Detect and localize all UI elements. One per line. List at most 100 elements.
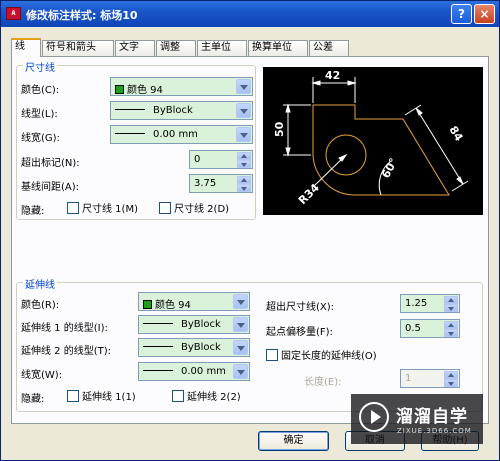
preview-part-outline [312, 104, 450, 196]
watermark-subtitle: ZIXUE.3D66.COM [397, 427, 472, 435]
autocad-app-icon: A [6, 7, 21, 20]
tab-fit[interactable]: 调整 [156, 40, 196, 56]
arrowhead-icon [415, 107, 423, 116]
help-title-button[interactable]: ? [451, 4, 472, 24]
dialog-window: A 修改标注样式: 标场10 ? × 线 符号和箭头 文字 调整 主单位 换算单… [0, 0, 500, 461]
suppress-dim-line-2-checkbox[interactable]: 尺寸线 2(D) [159, 200, 229, 215]
dim-linetype-combo[interactable]: ByBlock [110, 101, 253, 120]
spin-down-icon[interactable] [444, 329, 458, 337]
suppress-dim-line-1-checkbox[interactable]: 尺寸线 1(M) [67, 200, 138, 215]
dim-text-r34: R34 [296, 181, 322, 207]
arrowhead-icon [347, 80, 357, 86]
checkbox-icon [172, 390, 184, 402]
watermark-overlay: 溜溜自学 ZIXUE.3D66.COM [351, 394, 483, 444]
dim-color-combo[interactable]: 颜色 94 [110, 77, 253, 96]
preview-labels: 42 50 84 60° R34 [273, 69, 466, 207]
suppress-ext-line-1-checkbox[interactable]: 延伸线 1(1) [67, 388, 136, 403]
chevron-down-icon[interactable] [233, 364, 248, 379]
ext-length-value: 1 [405, 373, 412, 384]
preview-geometry [312, 104, 450, 196]
ext-color-combo[interactable]: 颜色 94 [138, 292, 250, 311]
ext-beyond-spinner[interactable]: 1.25 [400, 294, 460, 313]
ok-button[interactable]: 确定 [258, 431, 329, 451]
ext-beyond-value: 1.25 [405, 298, 428, 309]
line-sample-icon [115, 109, 145, 110]
line-sample-icon [143, 346, 173, 347]
tab-primary-units[interactable]: 主单位 [197, 40, 247, 56]
spin-up-icon[interactable] [237, 152, 251, 160]
spin-up-icon[interactable] [444, 296, 458, 304]
ext-color-value: 颜色 94 [155, 300, 191, 311]
dim-linetype-label: 线型(L): [21, 109, 58, 120]
spin-up-icon [444, 371, 458, 379]
tab-lines[interactable]: 线 [11, 38, 41, 57]
watermark-title: 溜溜自学 [396, 407, 468, 427]
chevron-down-icon[interactable] [236, 103, 251, 118]
arrowhead-icon [456, 176, 464, 185]
dim-baseline-label: 基线间距(A): [21, 182, 80, 193]
suppress-ext-line-2-checkbox[interactable]: 延伸线 2(2) [172, 388, 241, 403]
dim-text-50: 50 [273, 121, 286, 137]
window-title: 修改标注样式: 标场10 [26, 9, 138, 22]
fixed-length-ext-checkbox[interactable]: 固定长度的延伸线(O) [266, 347, 377, 362]
spin-up-icon[interactable] [237, 176, 251, 184]
dim-text-60: 60° [379, 156, 400, 180]
title-bar[interactable]: A 修改标注样式: 标场10 ? × [1, 1, 499, 27]
spin-down-icon[interactable] [237, 184, 251, 192]
arrowhead-icon [311, 80, 321, 86]
ext-color-label: 颜色(R): [21, 300, 60, 311]
suppress-dim-line-1-label: 尺寸线 1(M) [82, 204, 138, 215]
dim-lineweight-label: 线宽(G): [21, 133, 60, 144]
dim-extend-label: 超出标记(N): [21, 158, 80, 169]
ext-linetype2-combo[interactable]: ByBlock [138, 338, 250, 357]
ext-beyond-label: 超出尺寸线(X): [266, 302, 335, 313]
checkbox-icon [67, 202, 79, 214]
chevron-down-icon[interactable] [233, 340, 248, 355]
group-dimension-lines: 尺寸线 颜色(C): 颜色 94 线型(L): ByBlock 线宽(G): 0… [16, 59, 256, 220]
dim-extend-value: 0 [194, 154, 201, 165]
chevron-down-icon[interactable] [236, 79, 251, 94]
dim-text-42: 42 [325, 69, 340, 82]
close-button[interactable]: × [474, 4, 495, 24]
ext-suppress-label: 隐藏: [21, 394, 45, 405]
ext-linetype1-combo[interactable]: ByBlock [138, 315, 250, 334]
suppress-dim-line-2-label: 尺寸线 2(D) [174, 204, 230, 215]
ext-offset-spinner[interactable]: 0.5 [400, 319, 460, 338]
ext-linetype1-value: ByBlock [181, 319, 221, 330]
dim-baseline-spinner[interactable]: 3.75 [189, 174, 253, 193]
spin-up-icon[interactable] [444, 321, 458, 329]
dim-suppress-label: 隐藏: [21, 206, 45, 217]
suppress-ext-line-1-label: 延伸线 1(1) [82, 392, 136, 403]
line-sample-icon [143, 370, 173, 371]
checkbox-icon [159, 202, 171, 214]
ext-lineweight-combo[interactable]: 0.00 mm [138, 362, 250, 381]
ext-length-spinner: 1 [400, 369, 460, 388]
tab-panel-lines: 尺寸线 颜色(C): 颜色 94 线型(L): ByBlock 线宽(G): 0… [11, 56, 489, 424]
preview-dimensions [283, 77, 469, 196]
tab-symbols-arrows[interactable]: 符号和箭头 [42, 40, 114, 56]
spin-down-icon[interactable] [444, 304, 458, 312]
chevron-down-icon[interactable] [233, 317, 248, 332]
group-label-extension-lines: 延伸线 [23, 276, 57, 291]
tab-tolerances[interactable]: 公差 [309, 40, 349, 56]
chevron-down-icon[interactable] [236, 127, 251, 142]
ext-length-label: 长度(E): [304, 377, 342, 388]
group-extension-lines: 延伸线 颜色(R): 颜色 94 延伸线 1 的线型(I): ByBlock 延… [16, 276, 483, 412]
dim-color-value: 颜色 94 [127, 85, 163, 96]
tab-alternate-units[interactable]: 换算单位 [248, 40, 308, 56]
spin-down-icon[interactable] [237, 160, 251, 168]
ext-linetype2-value: ByBlock [181, 342, 221, 353]
checkbox-icon [266, 349, 278, 361]
color-swatch-icon [143, 300, 152, 309]
dim-color-label: 颜色(C): [21, 85, 60, 96]
dim-baseline-value: 3.75 [194, 178, 217, 189]
tab-text[interactable]: 文字 [115, 40, 155, 56]
ext-linetype2-label: 延伸线 2 的线型(T): [21, 346, 111, 357]
dim-extension-line [451, 180, 469, 192]
ext-offset-value: 0.5 [405, 323, 421, 334]
dim-extend-spinner[interactable]: 0 [189, 150, 253, 169]
fixed-length-ext-label: 固定长度的延伸线(O) [281, 351, 377, 362]
dim-lineweight-combo[interactable]: 0.00 mm [110, 125, 253, 144]
spin-down-icon [444, 379, 458, 387]
chevron-down-icon[interactable] [233, 294, 248, 309]
